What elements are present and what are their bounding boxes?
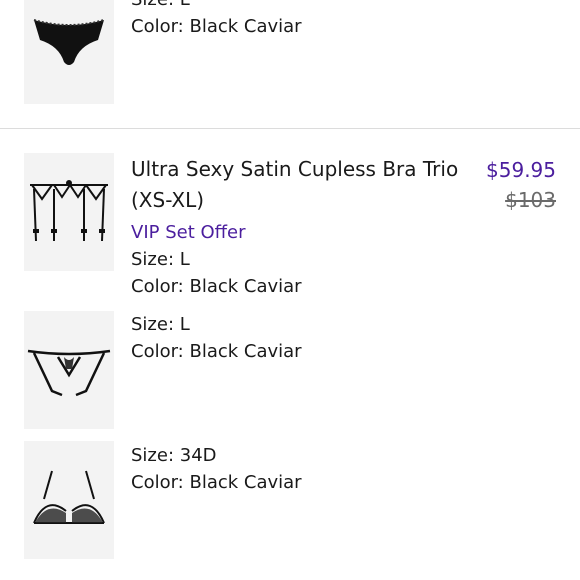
product-image-garter[interactable] <box>24 153 114 271</box>
item-size: Size: L <box>131 0 190 13</box>
item-divider <box>0 128 580 129</box>
product-image-crotchless[interactable] <box>24 311 114 429</box>
item-size: Size: L <box>131 249 190 270</box>
item-color: Color: Black Caviar <box>131 16 302 37</box>
item-size: Size: L <box>131 314 190 335</box>
original-price: $103 <box>505 188 556 212</box>
sale-price: $59.95 <box>486 158 556 182</box>
item-color: Color: Black Caviar <box>131 276 302 297</box>
panty-icon <box>33 19 105 65</box>
cupless-bra-icon <box>33 470 105 524</box>
product-title[interactable]: Ultra Sexy Satin Cupless Bra Trio (XS-XL… <box>131 154 471 216</box>
product-image-panty[interactable] <box>24 0 114 104</box>
item-color: Color: Black Caviar <box>131 472 302 493</box>
item-color: Color: Black Caviar <box>131 341 302 362</box>
item-size: Size: 34D <box>131 445 217 466</box>
vip-offer-label: VIP Set Offer <box>131 222 246 243</box>
bag-item-list: Size: L Color: Black Caviar <box>0 0 580 580</box>
garter-belt-icon <box>30 180 108 242</box>
crotchless-panty-icon <box>27 349 111 397</box>
product-image-bra[interactable] <box>24 441 114 559</box>
